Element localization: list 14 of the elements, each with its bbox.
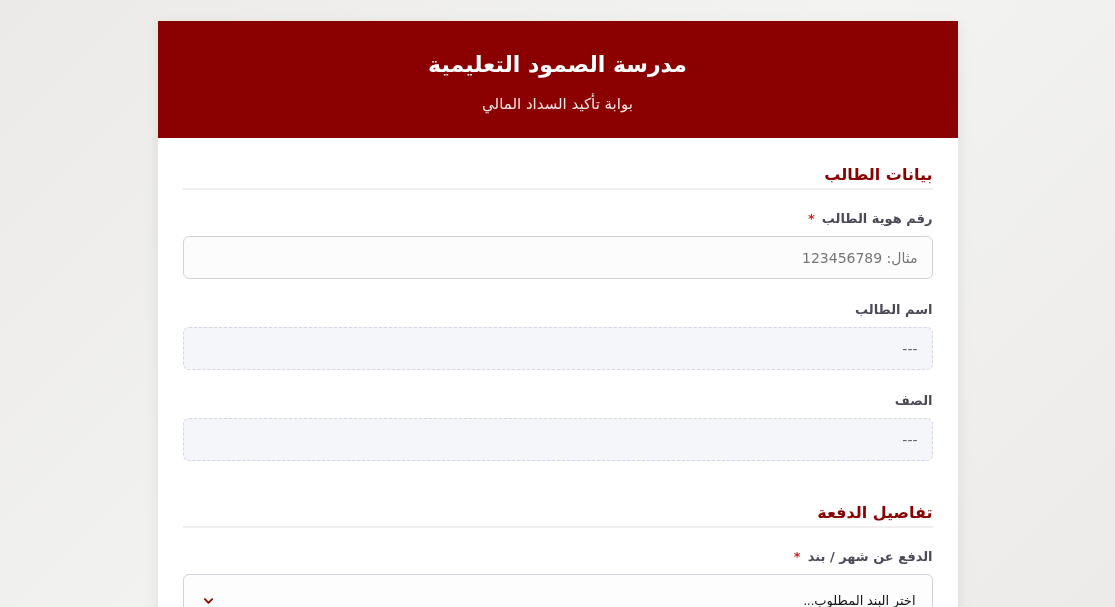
field-label: الدفع عن شهر / بند xyxy=(807,548,933,566)
required-asterisk: * xyxy=(793,548,801,566)
section-title: بيانات الطالب xyxy=(824,165,933,184)
field-label: اسم الطالب xyxy=(855,301,933,319)
school-title: مدرسة الصمود التعليمية xyxy=(427,51,688,80)
field-label: الصف xyxy=(894,392,933,410)
readonly-field: --- xyxy=(182,327,933,370)
readonly-field: --- xyxy=(182,418,933,461)
text-input[interactable]: مثال: 123456789 xyxy=(182,236,933,279)
chevron-down-icon xyxy=(203,597,213,604)
required-asterisk: * xyxy=(808,210,815,228)
portal-subtitle: بوابة تأكيد السداد المالي xyxy=(481,92,634,116)
field-label: رقم هوية الطالب xyxy=(821,210,933,228)
section-title: تفاصيل الدفعة xyxy=(817,503,933,522)
